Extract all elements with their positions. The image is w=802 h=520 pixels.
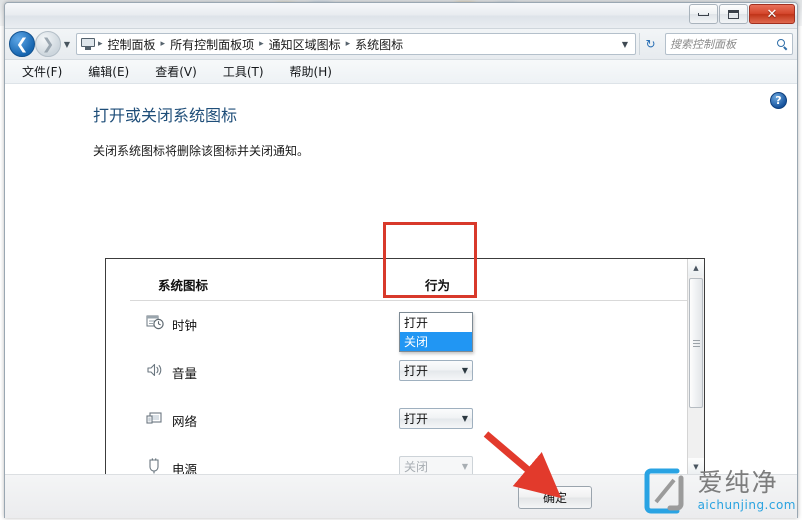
watermark-brand-en: aichunjing.com [697,498,796,512]
behavior-dropdown-network[interactable]: 打开 ▼ [399,408,473,429]
menu-item-view[interactable]: 查看(V) [152,61,200,82]
close-icon: ✕ [766,6,778,22]
scrollbar-thumb[interactable] [689,278,703,408]
screenshot-root: ✕ ❮ ❯ ▼ ▸ 控制面板 ▸ 所有控制面板项 ▸ 通知区域图标 ▸ 系统图标… [0,0,802,520]
menu-bar: 文件(F) 编辑(E) 查看(V) 工具(T) 帮助(H) [5,60,797,84]
breadcrumb-item-notification-area[interactable]: 通知区域图标 [265,35,345,54]
control-panel-window: ✕ ❮ ❯ ▼ ▸ 控制面板 ▸ 所有控制面板项 ▸ 通知区域图标 ▸ 系统图标… [4,2,798,518]
watermark: 爱纯净 aichunjing.com [644,468,796,514]
behavior-dropdown-power: 关闭 ▼ [399,456,473,475]
computer-icon [81,38,95,50]
behavior-value-network: 打开 [404,412,429,426]
chevron-up-icon: ▲ [693,263,699,272]
dropdown-option-on[interactable]: 打开 [400,313,472,332]
menu-item-tools[interactable]: 工具(T) [220,61,267,82]
table-row: 网络 打开 ▼ [106,397,704,445]
window-titlebar: ✕ [5,3,797,29]
clock-icon [146,313,164,331]
breadcrumb-item-control-panel[interactable]: 控制面板 [104,35,160,54]
forward-arrow-icon: ❯ [41,35,55,53]
behavior-dropdown-options-clock[interactable]: 打开 关闭 [399,312,473,352]
behavior-dropdown-volume[interactable]: 打开 ▼ [399,360,473,381]
refresh-icon: ↻ [645,37,656,51]
menu-item-file[interactable]: 文件(F) [19,61,65,82]
maximize-icon [728,9,739,19]
page-title: 打开或关闭系统图标 [93,106,238,125]
row-label-clock: 时钟 [172,318,198,333]
address-bar: ❮ ❯ ▼ ▸ 控制面板 ▸ 所有控制面板项 ▸ 通知区域图标 ▸ 系统图标 ▼ [5,29,797,60]
window-controls: ✕ [689,4,795,24]
breadcrumb-item-all-items[interactable]: 所有控制面板项 [166,35,258,54]
volume-icon [146,361,164,379]
row-label-volume: 音量 [172,366,198,381]
watermark-brand-cn: 爱纯净 [697,468,779,497]
menu-item-help[interactable]: 帮助(H) [287,61,335,82]
network-icon [146,409,164,427]
column-header-behavior: 行为 [425,278,451,293]
list-column-headers: 系统图标 行为 [130,267,688,301]
dropdown-option-off[interactable]: 关闭 [400,332,472,351]
scrollbar-grip-icon [692,338,700,349]
minimize-icon [698,12,709,16]
breadcrumb-item-system-icons[interactable]: 系统图标 [351,35,407,54]
page-subtitle: 关闭系统图标将删除该图标并关闭通知。 [93,144,310,158]
menu-item-edit[interactable]: 编辑(E) [85,61,132,82]
power-icon [146,457,164,475]
refresh-button[interactable]: ↻ [639,33,661,55]
forward-button[interactable]: ❯ [35,31,61,57]
chevron-down-icon: ▼ [461,462,468,471]
table-row: 电源 关闭 ▼ [106,445,704,475]
search-input[interactable]: 搜索控制面板 [665,33,793,55]
system-icons-list-panel: 系统图标 行为 时钟 音量 打开 ▼ 网络 打开 ▼ 电源 关闭 ▼ 打开 关闭… [105,258,705,476]
maximize-button[interactable] [719,4,748,24]
back-arrow-icon: ❮ [15,35,29,53]
help-icon[interactable]: ? [770,92,787,109]
row-label-network: 网络 [172,414,198,429]
behavior-value-power: 关闭 [404,460,429,474]
watermark-logo-icon [644,468,690,514]
chevron-down-icon: ▼ [461,414,468,423]
watermark-text: 爱纯净 aichunjing.com [698,470,796,512]
minimize-button[interactable] [689,4,718,24]
column-header-system-icon: 系统图标 [158,278,209,293]
list-scrollbar[interactable]: ▲ ▼ [687,259,704,475]
table-row: 音量 打开 ▼ [106,349,704,397]
breadcrumb[interactable]: ▸ 控制面板 ▸ 所有控制面板项 ▸ 通知区域图标 ▸ 系统图标 ▼ [76,33,636,55]
behavior-value-volume: 打开 [404,364,429,378]
annotation-red-arrow [483,431,562,498]
back-button[interactable]: ❮ [9,31,35,57]
breadcrumb-dropdown-icon[interactable]: ▼ [617,40,633,49]
chevron-down-icon: ▼ [63,39,71,49]
main-content: ? 打开或关闭系统图标 关闭系统图标将删除该图标并关闭通知。 系统图标 行为 时… [5,84,797,518]
chevron-down-icon: ▼ [461,366,468,375]
search-icon [777,38,788,50]
scroll-up-button[interactable]: ▲ [688,259,704,276]
history-dropdown-button[interactable]: ▼ [61,40,73,49]
close-button[interactable]: ✕ [749,4,795,24]
search-placeholder: 搜索控制面板 [670,38,736,51]
